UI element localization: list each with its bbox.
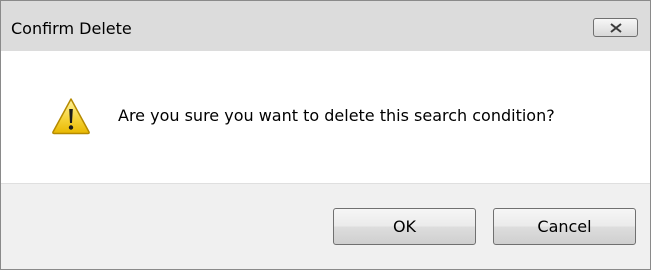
dialog-footer: OK Cancel: [1, 183, 650, 269]
dialog-content: Are you sure you want to delete this sea…: [1, 51, 650, 183]
close-icon: [610, 23, 622, 33]
cancel-button[interactable]: Cancel: [493, 208, 636, 245]
dialog-titlebar[interactable]: Confirm Delete: [1, 1, 650, 51]
warning-icon: [52, 98, 90, 135]
close-button[interactable]: [593, 18, 638, 37]
ok-button[interactable]: OK: [333, 208, 476, 245]
dialog-title: Confirm Delete: [11, 19, 132, 38]
confirm-delete-dialog: Confirm Delete Are you sure you want to …: [0, 0, 651, 270]
confirm-message: Are you sure you want to delete this sea…: [118, 106, 555, 125]
